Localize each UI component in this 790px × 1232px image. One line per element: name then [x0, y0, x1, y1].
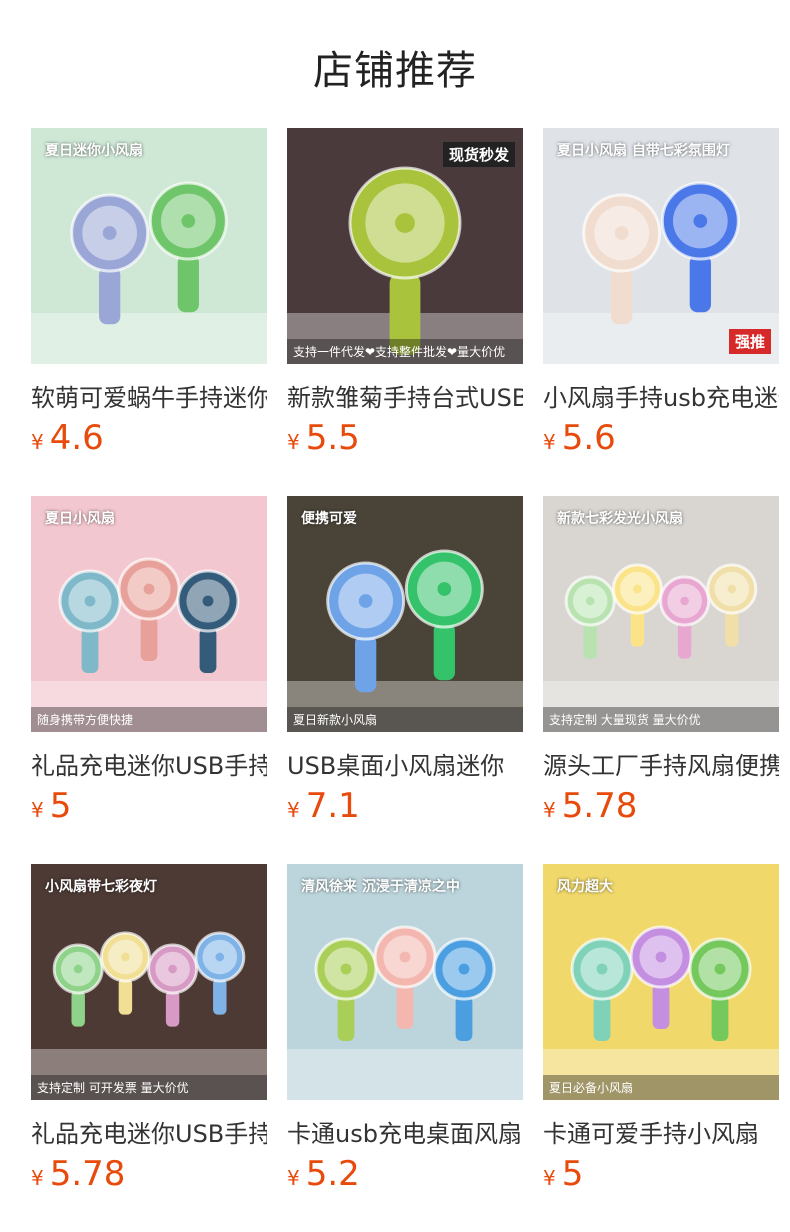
currency-symbol: ¥ [287, 1166, 300, 1190]
image-caption-top: 清风徐来 沉浸于清凉之中 [301, 879, 460, 895]
price-value: 5 [49, 786, 72, 826]
image-badge: 强推 [728, 329, 771, 354]
product-price: ¥5.6 [543, 418, 616, 458]
product-price: ¥5 [31, 786, 71, 826]
product-image[interactable]: 夏日迷你小风扇 [31, 128, 267, 364]
price-value: 7.1 [305, 786, 360, 826]
product-price: ¥4.6 [31, 418, 104, 458]
product-price: ¥5.78 [543, 786, 637, 826]
image-caption-top: 便携可爱 [301, 511, 357, 527]
image-caption-bottom: 夏日必备小风扇 [543, 1075, 779, 1100]
image-caption-bottom: 支持定制 可开发票 量大价优 [31, 1075, 267, 1100]
currency-symbol: ¥ [31, 430, 44, 454]
image-caption-top: 小风扇带七彩夜灯 [45, 879, 157, 895]
product-price: ¥5.78 [31, 1154, 125, 1194]
price-value: 5.2 [305, 1154, 360, 1194]
product-photo [31, 496, 267, 732]
product-photo [287, 864, 523, 1100]
price-value: 4.6 [49, 418, 104, 458]
section-title: 店铺推荐 [313, 48, 477, 94]
currency-symbol: ¥ [287, 798, 300, 822]
image-badge: 现货秒发 [442, 142, 515, 167]
product-price: ¥5.5 [287, 418, 360, 458]
image-caption-top: 夏日小风扇 [45, 511, 115, 527]
product-name[interactable]: 卡通usb充电桌面风扇 [287, 1114, 523, 1149]
product-photo [287, 496, 523, 732]
product-name[interactable]: 礼品充电迷你USB手持 [31, 1114, 267, 1149]
product-photo [31, 864, 267, 1100]
currency-symbol: ¥ [543, 1166, 556, 1190]
currency-symbol: ¥ [543, 798, 556, 822]
product-image[interactable]: 现货秒发支持一件代发❤支持整件批发❤量大价优 [287, 128, 523, 364]
price-value: 5.78 [49, 1154, 126, 1194]
product-image[interactable]: 夏日小风扇 自带七彩氛围灯强推 [543, 128, 779, 364]
currency-symbol: ¥ [31, 798, 44, 822]
image-caption-bottom: 支持一件代发❤支持整件批发❤量大价优 [287, 339, 523, 364]
product-price: ¥5 [543, 1154, 583, 1194]
currency-symbol: ¥ [287, 430, 300, 454]
currency-symbol: ¥ [31, 1166, 44, 1190]
product-price: ¥7.1 [287, 786, 360, 826]
price-value: 5.78 [561, 786, 638, 826]
product-name[interactable]: 新款雏菊手持台式USB [287, 378, 523, 413]
product-photo [543, 496, 779, 732]
product-name[interactable]: 小风扇手持usb充电迷你 [543, 378, 779, 413]
product-image[interactable]: 夏日小风扇随身携带方便快捷 [31, 496, 267, 732]
currency-symbol: ¥ [543, 430, 556, 454]
product-price: ¥5.2 [287, 1154, 360, 1194]
image-caption-bottom: 支持定制 大量现货 量大价优 [543, 707, 779, 732]
price-value: 5.5 [305, 418, 360, 458]
product-image[interactable]: 便携可爱夏日新款小风扇 [287, 496, 523, 732]
product-name[interactable]: 卡通可爱手持小风扇 [543, 1114, 779, 1149]
price-value: 5.6 [561, 418, 616, 458]
image-caption-top: 风力超大 [557, 879, 613, 895]
product-image[interactable]: 新款七彩发光小风扇支持定制 大量现货 量大价优 [543, 496, 779, 732]
product-image[interactable]: 小风扇带七彩夜灯支持定制 可开发票 量大价优 [31, 864, 267, 1100]
product-name[interactable]: USB桌面小风扇迷你 [287, 746, 523, 781]
image-caption-top: 夏日迷你小风扇 [45, 143, 143, 159]
image-caption-bottom: 夏日新款小风扇 [287, 707, 523, 732]
product-name[interactable]: 源头工厂手持风扇便携 [543, 746, 779, 781]
price-value: 5 [561, 1154, 584, 1194]
product-photo [543, 864, 779, 1100]
product-image[interactable]: 清风徐来 沉浸于清凉之中 [287, 864, 523, 1100]
image-caption-top: 新款七彩发光小风扇 [557, 511, 683, 527]
product-name[interactable]: 礼品充电迷你USB手持 [31, 746, 267, 781]
product-image[interactable]: 风力超大夏日必备小风扇 [543, 864, 779, 1100]
image-caption-top: 夏日小风扇 自带七彩氛围灯 [557, 143, 730, 159]
product-photo [31, 128, 267, 364]
product-name[interactable]: 软萌可爱蜗牛手持迷你 [31, 378, 267, 413]
image-caption-bottom: 随身携带方便快捷 [31, 707, 267, 732]
